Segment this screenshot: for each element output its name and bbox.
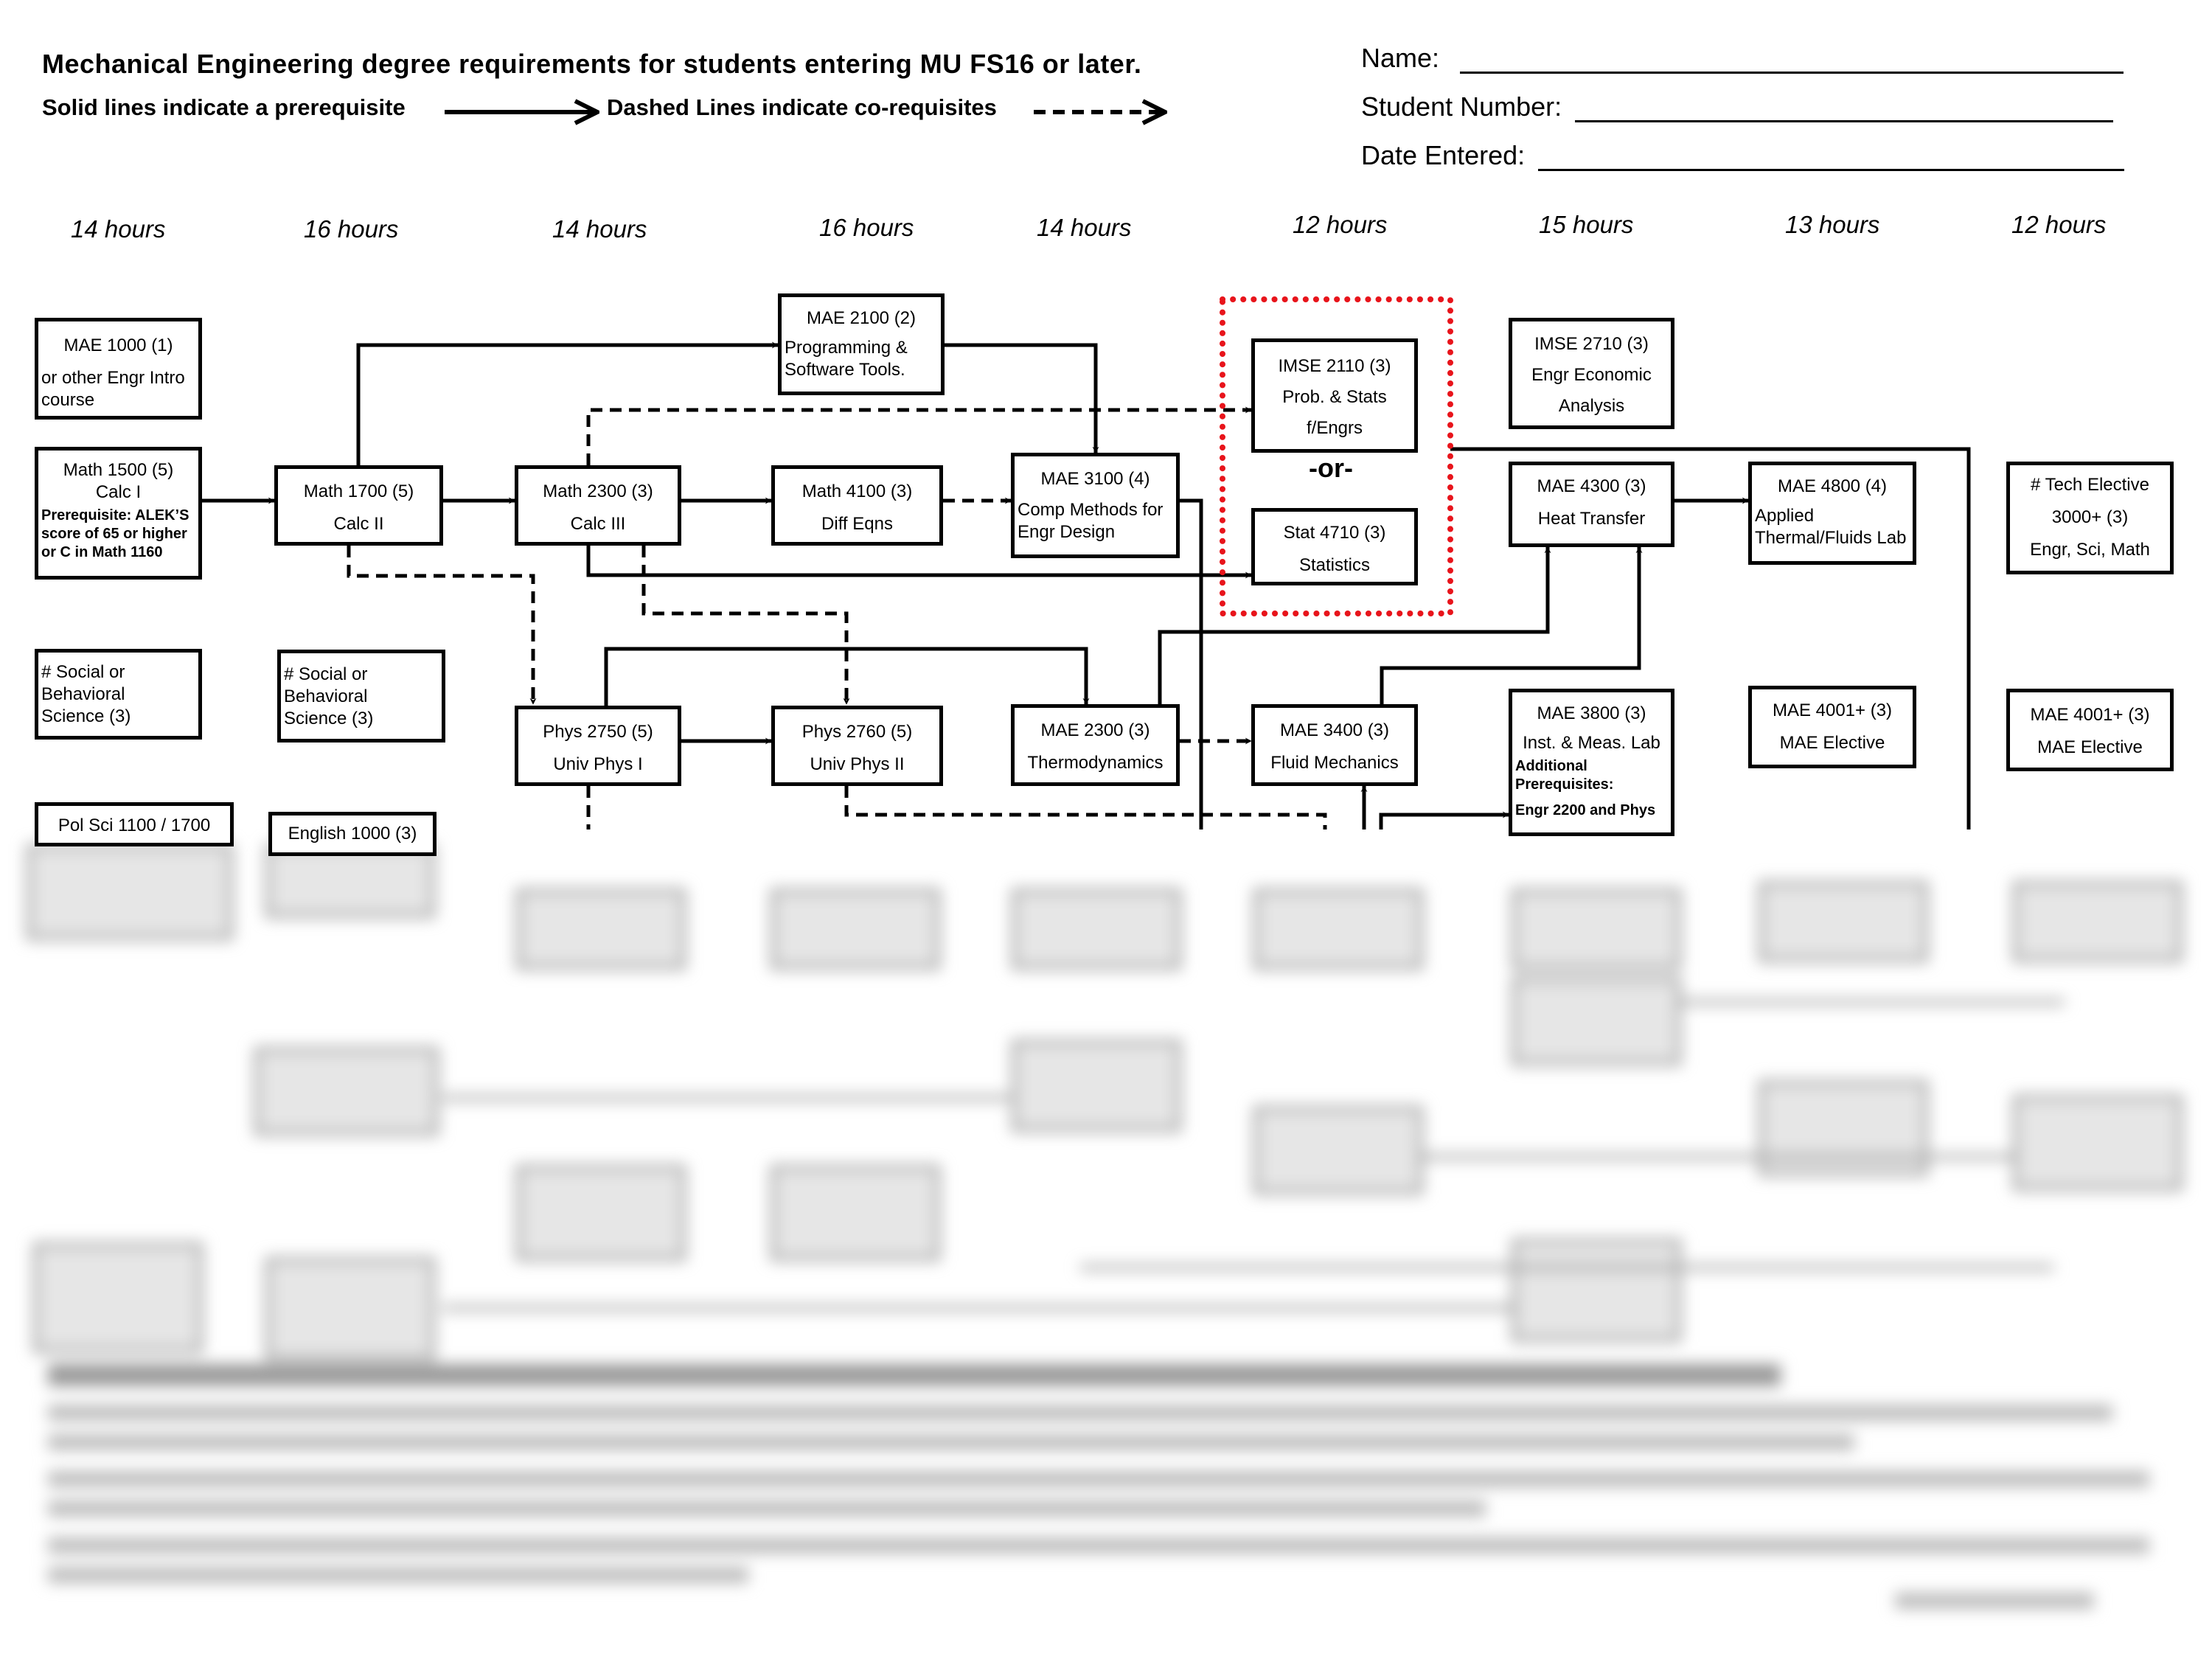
course-stat4710[interactable]: Stat 4710 (3) Statistics <box>1251 508 1418 585</box>
course-tech-elective[interactable]: # Tech Elective 3000+ (3) Engr, Sci, Mat… <box>2006 462 2174 574</box>
course-code: MAE 3800 (3) <box>1537 703 1646 723</box>
course-line: # Tech Elective <box>2031 475 2149 495</box>
course-code: MAE 1000 (1) <box>63 335 173 355</box>
connector-to-mae3800 <box>1379 811 1509 830</box>
course-name: Univ Phys II <box>810 754 905 774</box>
course-mae4001-elective-2[interactable]: MAE 4001+ (3) MAE Elective <box>2006 689 2174 771</box>
course-prerequisite-note: Prerequisite: ALEK’S score of 65 or high… <box>41 507 189 560</box>
course-math1500[interactable]: Math 1500 (5) Calc I Prerequisite: ALEK’… <box>35 447 202 580</box>
course-code: English 1000 (3) <box>288 824 417 844</box>
course-code: MAE 4300 (3) <box>1537 476 1646 496</box>
course-code: MAE 4800 (4) <box>1777 476 1888 496</box>
course-name: Prob. & Stats <box>1282 387 1387 407</box>
course-name: Engr Economic <box>1531 365 1652 385</box>
course-code: MAE 2300 (3) <box>1040 720 1150 740</box>
course-desc: Applied <box>1755 506 1815 526</box>
course-social-science-1[interactable]: # Social or Behavioral Science (3) <box>35 649 202 740</box>
course-desc: Thermal/Fluids Lab <box>1755 528 1907 548</box>
course-social-science-2[interactable]: # Social or Behavioral Science (3) <box>277 650 445 742</box>
course-desc: Comp Methods for <box>1018 500 1164 520</box>
course-name: MAE Elective <box>2037 737 2143 757</box>
coreq-math2300-phys2760 <box>641 546 850 705</box>
course-name: Analysis <box>1558 396 1625 416</box>
course-mae3400[interactable]: MAE 3400 (3) Fluid Mechanics <box>1251 704 1418 786</box>
course-code: Stat 4710 (3) <box>1283 523 1386 543</box>
course-name: Univ Phys I <box>553 754 643 774</box>
course-line: Science (3) <box>284 709 374 728</box>
course-phys2760[interactable]: Phys 2760 (5) Univ Phys II <box>771 706 943 786</box>
course-mae2100[interactable]: MAE 2100 (2) Programming & Software Tool… <box>778 293 945 395</box>
course-phys2750[interactable]: Phys 2750 (5) Univ Phys I <box>515 706 681 786</box>
course-code: MAE 4001+ (3) <box>2030 705 2150 725</box>
course-code: Math 2300 (3) <box>543 481 653 501</box>
course-desc: Engr Design <box>1018 522 1116 542</box>
course-imse2710[interactable]: IMSE 2710 (3) Engr Economic Analysis <box>1509 318 1674 429</box>
course-prerequisite-note: Additional <box>1515 758 1587 774</box>
course-line: Behavioral <box>41 684 125 704</box>
coreq-phys2760-down <box>844 786 1327 830</box>
course-name: Calc II <box>333 514 384 534</box>
connector-mae2100-mae3100 <box>944 343 1099 453</box>
course-line: Science (3) <box>41 706 131 726</box>
course-line: # Social or <box>284 664 368 684</box>
course-code: Math 1500 (5) <box>63 460 174 480</box>
course-code: MAE 3400 (3) <box>1279 720 1390 740</box>
course-imse2110[interactable]: IMSE 2110 (3) Prob. & Stats f/Engrs <box>1251 338 1418 453</box>
course-name: Inst. & Meas. Lab <box>1523 733 1660 753</box>
course-code: Phys 2750 (5) <box>543 722 653 742</box>
course-mae3100[interactable]: MAE 3100 (4) Comp Methods for Engr Desig… <box>1011 453 1180 558</box>
course-code: Math 1700 (5) <box>303 481 414 501</box>
course-pol-sci[interactable]: Pol Sci 1100 / 1700 <box>35 802 234 846</box>
course-name: MAE Elective <box>1779 733 1885 753</box>
course-name: Thermodynamics <box>1027 753 1164 773</box>
course-name: Statistics <box>1298 555 1371 575</box>
course-line: Behavioral <box>284 686 368 706</box>
course-mae4001-elective-1[interactable]: MAE 4001+ (3) MAE Elective <box>1748 686 1916 768</box>
connector-math1700-mae2100 <box>356 341 779 465</box>
course-code: IMSE 2710 (3) <box>1534 334 1649 354</box>
course-mae4300[interactable]: MAE 4300 (3) Heat Transfer <box>1509 462 1674 547</box>
course-math1700[interactable]: Math 1700 (5) Calc II <box>274 465 443 546</box>
course-english[interactable]: English 1000 (3) <box>268 812 437 856</box>
course-math4100[interactable]: Math 4100 (3) Diff Eqns <box>771 465 943 546</box>
course-code: MAE 4001+ (3) <box>1772 700 1893 720</box>
course-code: Phys 2760 (5) <box>801 722 913 742</box>
course-name: Heat Transfer <box>1537 509 1646 529</box>
course-mae3800[interactable]: MAE 3800 (3) Inst. & Meas. Lab Additiona… <box>1509 689 1674 836</box>
course-name: Diff Eqns <box>821 514 893 534</box>
course-code: MAE 3100 (4) <box>1040 469 1150 489</box>
course-code: IMSE 2110 (3) <box>1278 356 1391 376</box>
course-name: Calc I <box>95 482 142 502</box>
course-desc: or other Engr Intro <box>41 368 185 388</box>
or-separator: -or- <box>1309 453 1353 483</box>
course-mae1000[interactable]: MAE 1000 (1) or other Engr Intro course <box>35 318 202 420</box>
course-mae2300[interactable]: MAE 2300 (3) Thermodynamics <box>1011 704 1180 786</box>
course-desc: Programming & <box>785 338 908 358</box>
course-line: 3000+ (3) <box>2051 507 2129 527</box>
course-name: Calc III <box>570 514 626 534</box>
course-code: Math 4100 (3) <box>801 481 913 501</box>
course-line: Engr, Sci, Math <box>2030 540 2150 560</box>
connector-mae3400-mae4300 <box>1380 546 1643 706</box>
course-code: MAE 2100 (2) <box>806 308 917 328</box>
course-line: # Social or <box>41 662 125 682</box>
course-name: f/Engrs <box>1306 418 1363 438</box>
course-desc: Software Tools. <box>785 360 905 380</box>
course-code: Pol Sci 1100 / 1700 <box>58 815 211 835</box>
course-prerequisite-note: Engr 2200 and Phys <box>1515 802 1656 818</box>
course-math2300[interactable]: Math 2300 (3) Calc III <box>515 465 681 546</box>
course-name: Fluid Mechanics <box>1270 753 1399 773</box>
course-desc: course <box>41 390 95 410</box>
course-mae4800[interactable]: MAE 4800 (4) Applied Thermal/Fluids Lab <box>1748 462 1916 565</box>
course-prerequisite-note: Prerequisites: <box>1515 776 1614 793</box>
